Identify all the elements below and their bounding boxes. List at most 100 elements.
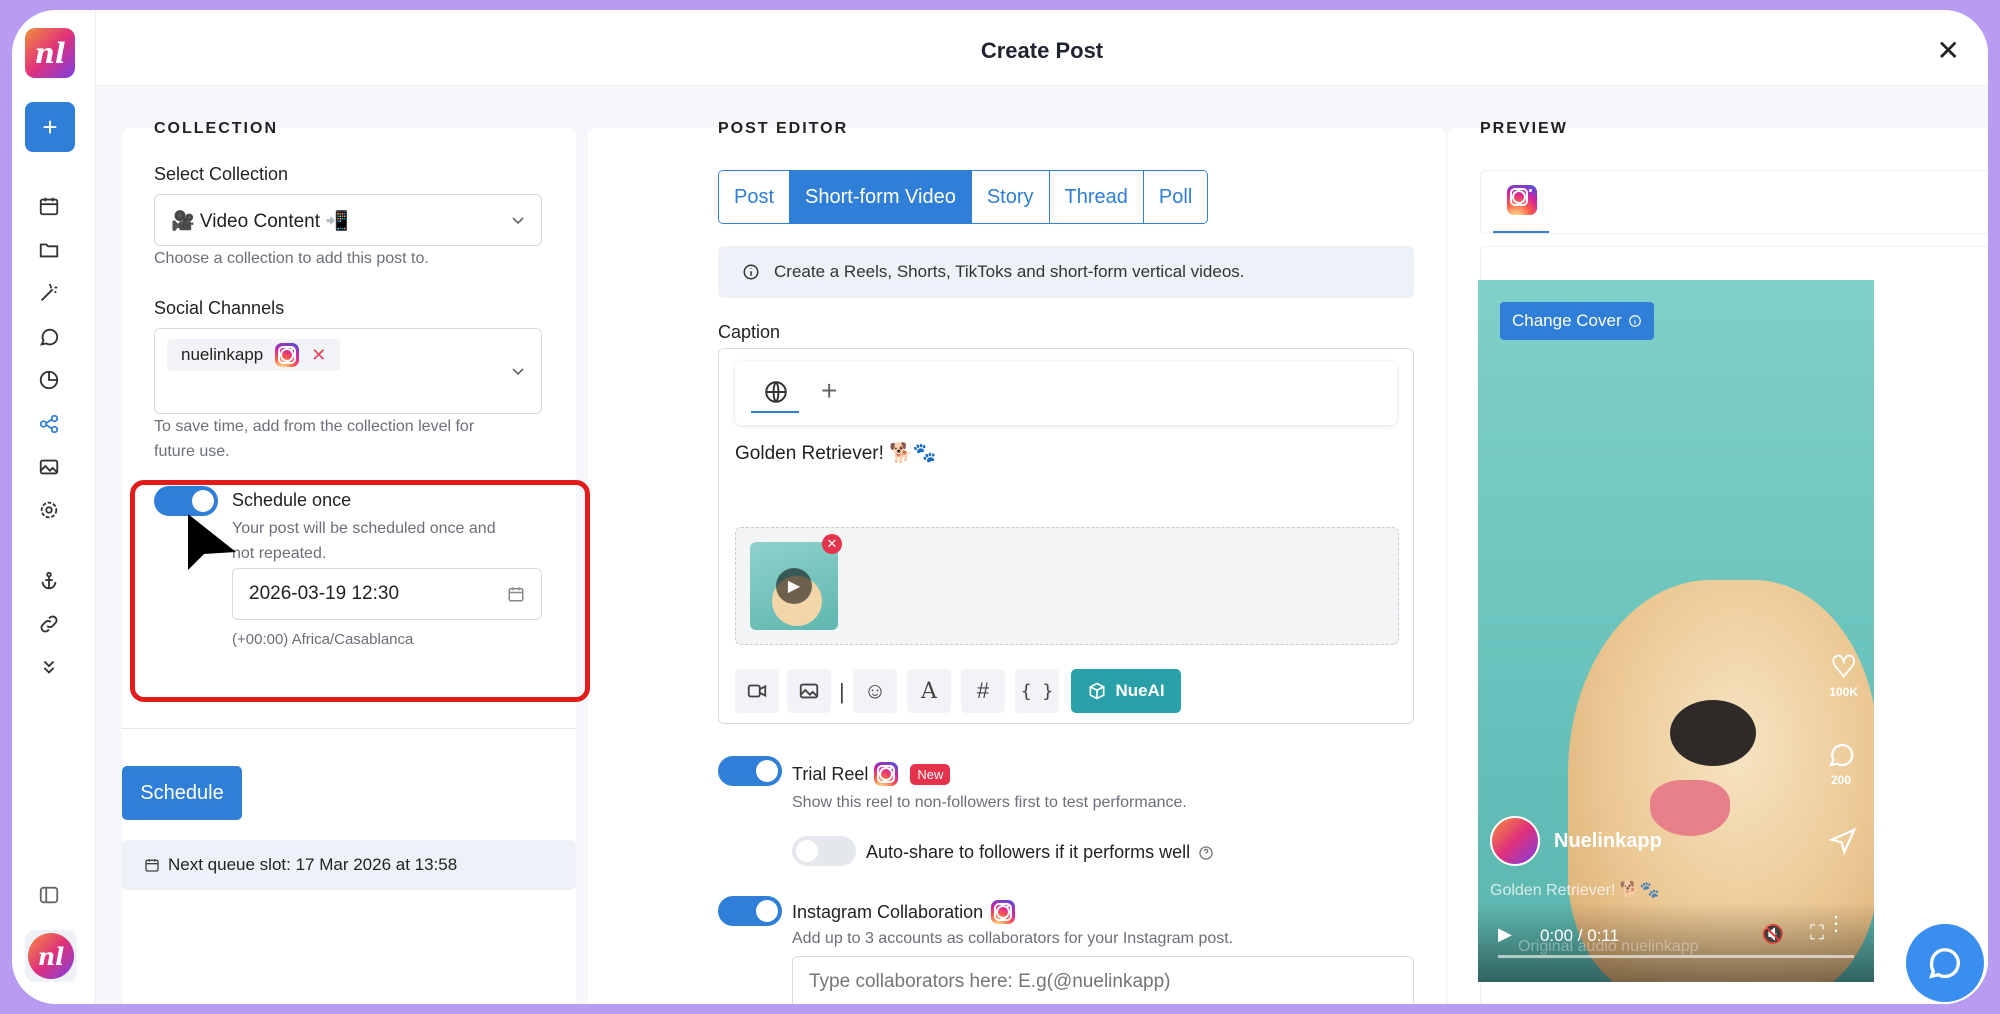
channels-hint-2: future use. <box>154 443 230 460</box>
font-style-icon[interactable]: A <box>907 669 951 713</box>
tab-thread[interactable]: Thread <box>1049 171 1144 223</box>
auto-share-toggle[interactable] <box>792 836 856 866</box>
change-cover-label: Change Cover <box>1512 311 1622 330</box>
mute-icon[interactable]: 🔇 <box>1762 924 1784 945</box>
active-language-underline <box>751 411 799 413</box>
likes-count: 100K <box>1829 685 1858 699</box>
collaborators-input[interactable] <box>792 956 1414 1004</box>
tab-poll[interactable]: Poll <box>1143 171 1208 223</box>
next-slot-bar: Next queue slot: 17 Mar 2026 at 13:58 <box>122 840 576 890</box>
channel-chip: nuelinkapp ✕ <box>167 339 341 371</box>
trial-reel-toggle[interactable] <box>718 756 782 786</box>
active-platform-underline <box>1493 231 1549 233</box>
new-badge: New <box>910 763 951 785</box>
collection-heading: COLLECTION <box>154 120 278 137</box>
pie-chart-icon[interactable] <box>36 367 62 393</box>
video-thumbnail[interactable]: ▶ <box>750 542 838 630</box>
collection-select[interactable]: 🎥 Video Content 📲 <box>154 194 542 246</box>
post-type-tabs: Post Short-form Video Story Thread Poll <box>718 170 1209 224</box>
chat-icon[interactable] <box>36 324 62 350</box>
collaborators-field[interactable] <box>809 971 1389 993</box>
app-window: nl + nl Create Post ✕ COLLECTION Select … <box>12 10 1988 1004</box>
calendar-icon[interactable] <box>36 193 62 219</box>
instagram-icon <box>991 900 1016 924</box>
heart-icon[interactable]: ♡ <box>1829 650 1858 685</box>
add-language-icon[interactable]: + <box>821 375 837 407</box>
user-avatar[interactable]: nl <box>25 930 77 982</box>
instagram-collab-toggle[interactable] <box>718 896 782 926</box>
remove-channel-icon[interactable]: ✕ <box>311 345 326 366</box>
tab-story[interactable]: Story <box>971 171 1050 223</box>
collab-hint: Add up to 3 accounts as collaborators fo… <box>792 930 1234 947</box>
preview-platform-bar <box>1480 170 1988 234</box>
info-icon <box>743 264 759 280</box>
dog-tongue <box>1650 780 1730 836</box>
progress-bar[interactable] <box>1498 955 1854 958</box>
add-button[interactable]: + <box>25 102 75 152</box>
info-text: Create a Reels, Shorts, TikToks and shor… <box>774 262 1245 281</box>
caption-editor: + Golden Retriever! 🐕🐾 ▶ ✕ | ☺ A # { } N… <box>718 348 1414 724</box>
close-icon[interactable]: ✕ <box>1937 34 1960 67</box>
send-icon[interactable] <box>1828 826 1858 856</box>
remove-media-icon[interactable]: ✕ <box>822 534 842 554</box>
more-options-icon[interactable]: ⋮ <box>1826 914 1846 934</box>
instagram-preview-tab-icon[interactable] <box>1507 185 1537 215</box>
profile-avatar[interactable] <box>1490 816 1540 866</box>
preview-heading: PREVIEW <box>1480 120 1568 137</box>
social-channels-label: Social Channels <box>154 298 285 318</box>
page-title: Create Post <box>980 38 1104 63</box>
nueai-button[interactable]: NueAI <box>1071 669 1181 713</box>
social-channels-select[interactable]: nuelinkapp ✕ <box>154 328 542 414</box>
settings-icon[interactable] <box>36 497 62 523</box>
help-circle-icon[interactable] <box>1198 845 1214 861</box>
collection-hint: Choose a collection to add this post to. <box>154 250 429 267</box>
collection-select-value: 🎥 Video Content 📲 <box>171 211 349 232</box>
share-icon[interactable] <box>36 411 62 437</box>
likes-block: ♡ 100K <box>1829 650 1858 699</box>
anchor-icon[interactable] <box>36 568 62 594</box>
language-bar: + <box>735 361 1397 425</box>
calendar-icon <box>145 859 159 872</box>
comment-icon[interactable] <box>1826 740 1856 770</box>
toolbar-separator: | <box>839 679 845 704</box>
tab-short-form-video[interactable]: Short-form Video <box>790 171 972 223</box>
emoji-icon[interactable]: ☺ <box>853 669 897 713</box>
help-chat-button[interactable] <box>1906 924 1984 1002</box>
instagram-icon <box>874 762 899 786</box>
media-dropzone[interactable]: ▶ ✕ <box>735 527 1399 645</box>
chevron-down-icon <box>512 368 524 376</box>
video-upload-icon[interactable] <box>735 669 779 713</box>
play-icon[interactable]: ▶ <box>1498 924 1512 945</box>
caption-text[interactable]: Golden Retriever! 🐕🐾 <box>735 441 937 465</box>
play-icon[interactable]: ▶ <box>776 568 812 604</box>
chevron-down-icon <box>512 217 524 225</box>
magic-wand-icon[interactable] <box>36 280 62 306</box>
nueai-label: NueAI <box>1115 681 1165 700</box>
link-icon[interactable] <box>36 611 62 637</box>
chat-bubble-icon <box>1929 948 1960 979</box>
channels-hint-1: To save time, add from the collection le… <box>154 418 475 435</box>
comments-count: 200 <box>1830 773 1852 787</box>
hashtag-icon[interactable]: # <box>961 669 1005 713</box>
panel-toggle-icon[interactable] <box>36 882 62 908</box>
schedule-button[interactable]: Schedule <box>122 766 242 820</box>
globe-icon[interactable] <box>763 379 789 405</box>
fullscreen-icon[interactable]: ⛶ <box>1810 922 1824 945</box>
reel-preview: Change Cover ♡ 100K 200 Nuelinkapp Golde… <box>1478 280 1874 982</box>
change-cover-button[interactable]: Change Cover <box>1500 302 1654 340</box>
select-collection-label: Select Collection <box>154 164 289 184</box>
gallery-icon[interactable] <box>36 454 62 480</box>
variables-icon[interactable]: { } <box>1015 669 1059 713</box>
sidebar: nl + nl <box>12 10 96 1004</box>
trial-reel-label: Trial Reel <box>792 763 869 784</box>
folder-icon[interactable] <box>36 237 62 263</box>
chevrons-down-icon[interactable] <box>36 654 62 680</box>
preview-caption: Golden Retriever! 🐕🐾 <box>1490 882 1660 899</box>
image-upload-icon[interactable] <box>787 669 831 713</box>
auto-share-row: Auto-share to followers if it performs w… <box>866 842 1214 863</box>
app-logo[interactable]: nl <box>25 28 75 78</box>
preview-username: Nuelinkapp <box>1554 830 1662 852</box>
tab-post[interactable]: Post <box>719 171 791 223</box>
cube-icon <box>1089 682 1105 700</box>
auto-share-label: Auto-share to followers if it performs w… <box>866 842 1191 862</box>
